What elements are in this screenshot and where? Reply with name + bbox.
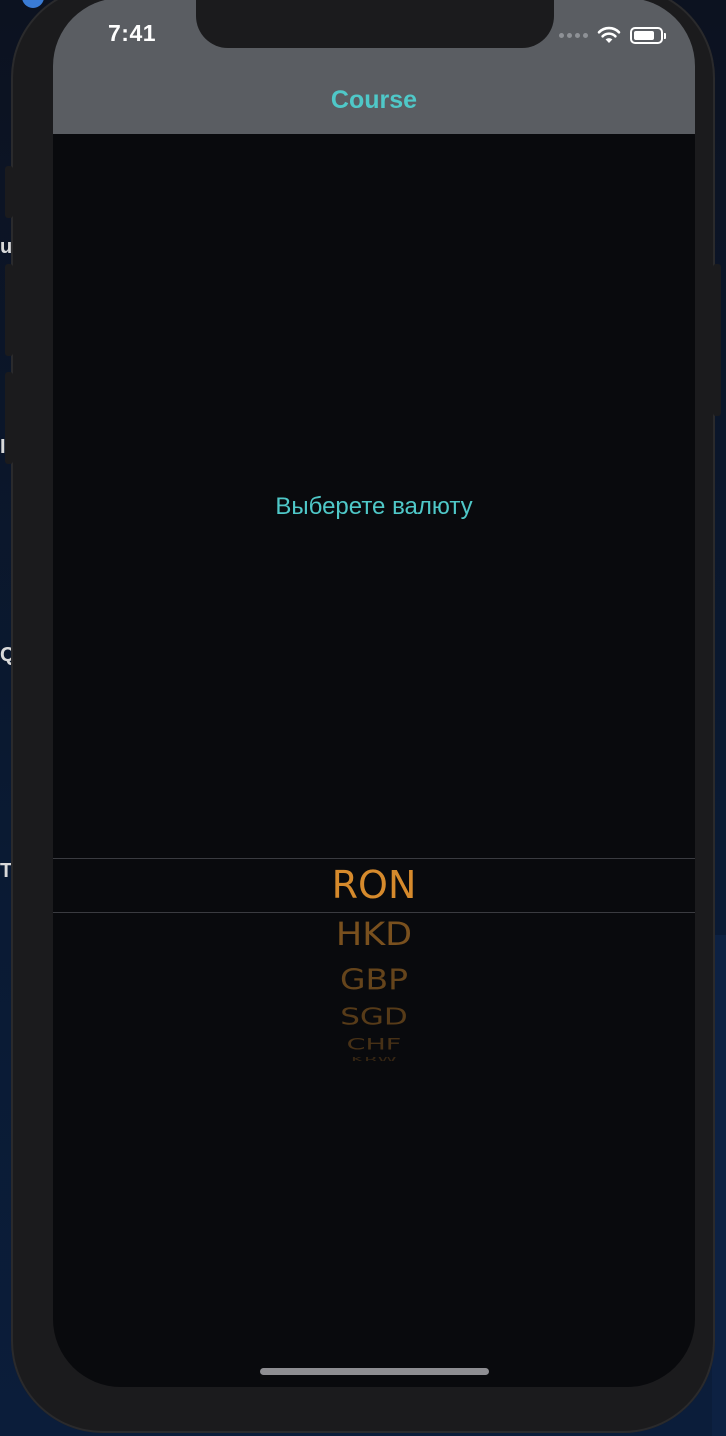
picker-selection-top-line xyxy=(53,858,695,859)
volume-down-button xyxy=(5,372,13,464)
picker-selection-bottom-line xyxy=(53,912,695,913)
picker-option[interactable]: SGD xyxy=(53,1005,695,1028)
desktop-background: u I Q Te 7:41 xyxy=(0,0,726,1436)
picker-option[interactable]: GBP xyxy=(53,964,695,996)
picker-option[interactable]: CHF xyxy=(53,1038,695,1050)
mute-switch xyxy=(5,166,13,218)
status-indicators xyxy=(559,24,666,46)
wifi-icon xyxy=(597,26,621,43)
currency-picker[interactable]: RON HKD GBP SGD CHF KRW xyxy=(53,858,695,1078)
picker-option[interactable]: KRW xyxy=(53,1057,695,1061)
page-title: Course xyxy=(330,86,418,114)
status-time: 7:41 xyxy=(108,20,157,46)
desktop-app-icon xyxy=(22,0,44,8)
picker-option-selected[interactable]: RON xyxy=(53,861,695,909)
app-screen: 7:41 Course Выберете валюту RON HKD GBP … xyxy=(53,0,695,1387)
camera-notch xyxy=(196,0,554,48)
home-indicator[interactable] xyxy=(260,1368,489,1375)
phone-frame: 7:41 Course Выберете валюту RON HKD GBP … xyxy=(5,0,721,1433)
volume-up-button xyxy=(5,264,13,356)
cellular-signal-icon xyxy=(559,32,588,38)
power-button xyxy=(713,264,721,416)
picker-option[interactable]: HKD xyxy=(53,916,695,955)
battery-icon xyxy=(630,26,666,44)
select-currency-label: Выберете валюту xyxy=(275,493,473,520)
